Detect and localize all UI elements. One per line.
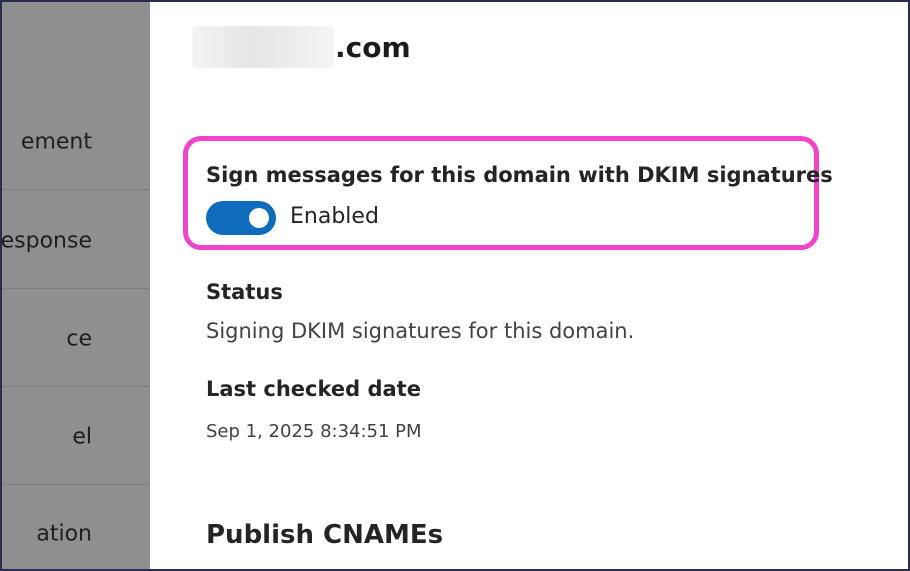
- status-label: Status: [206, 280, 283, 304]
- domain-detail-panel: .com Sign messages for this domain with …: [150, 0, 910, 571]
- nav-item-label: esponse: [0, 228, 92, 253]
- nav-item-label: ce: [66, 326, 92, 351]
- publish-cnames-heading: Publish CNAMEs: [206, 520, 444, 550]
- nav-item-4[interactable]: el: [0, 389, 150, 485]
- status-value: Signing DKIM signatures for this domain.: [206, 319, 635, 343]
- dkim-toggle-switch[interactable]: [206, 201, 276, 235]
- nav-item-label: ement: [20, 129, 92, 154]
- redacted-domain-name: [192, 26, 334, 68]
- side-navigation: ement esponse ce el ation: [0, 0, 150, 571]
- page-title: .com: [192, 26, 411, 68]
- highlight-annotation: [183, 136, 819, 250]
- nav-item-3[interactable]: ce: [0, 291, 150, 387]
- nav-item-1[interactable]: ement: [0, 94, 150, 190]
- dkim-toggle-state: Enabled: [290, 204, 379, 229]
- nav-item-label: ation: [36, 521, 92, 547]
- nav-item-label: el: [72, 424, 92, 449]
- last-checked-value: Sep 1, 2025 8:34:51 PM: [206, 421, 422, 442]
- nav-item-2[interactable]: esponse: [0, 193, 150, 289]
- nav-item-5[interactable]: ation: [0, 486, 150, 571]
- toggle-knob: [249, 208, 269, 228]
- domain-suffix: .com: [335, 30, 411, 64]
- dkim-signing-label: Sign messages for this domain with DKIM …: [206, 163, 833, 187]
- last-checked-label: Last checked date: [206, 377, 421, 401]
